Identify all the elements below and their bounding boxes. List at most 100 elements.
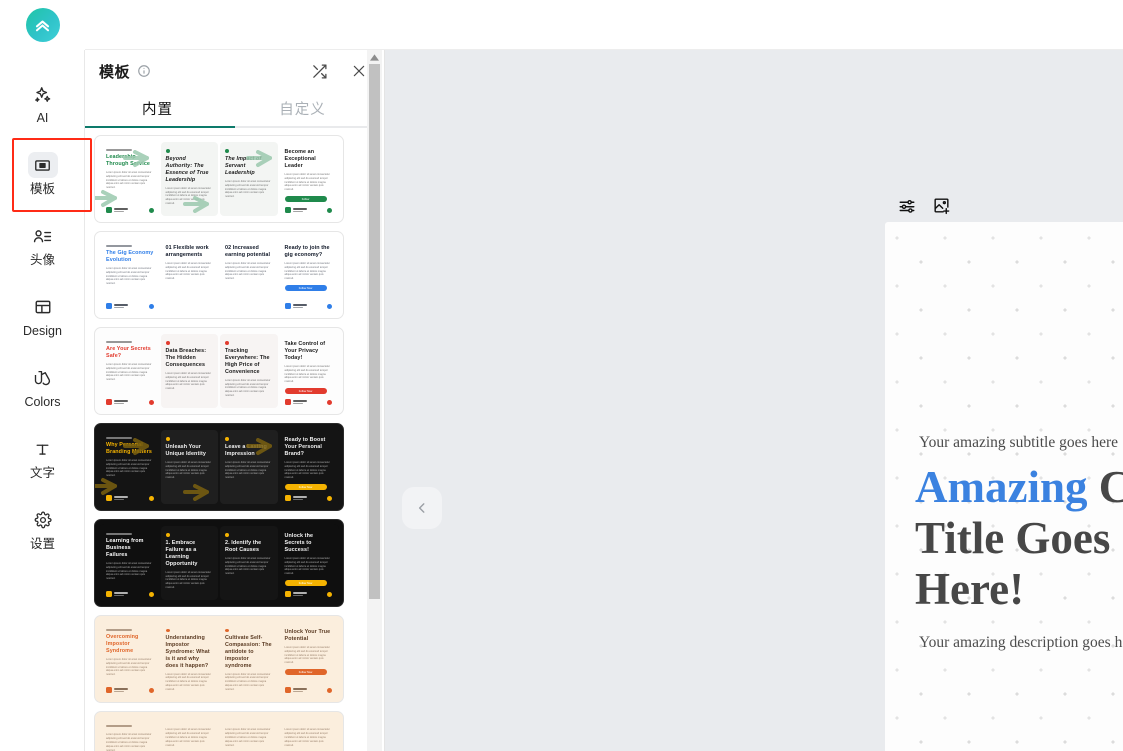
author-lines	[114, 400, 128, 404]
template-thumbnail[interactable]: Why Personal Branding Matters Lorem ipsum…	[94, 423, 344, 511]
caret-up-icon[interactable]	[367, 50, 382, 64]
preview-card-body: Lorem ipsum dolor sit amet consectetur a…	[106, 266, 152, 286]
template-thumbnail[interactable]: Overcoming Impostor Syndrome Lorem ipsum …	[94, 615, 344, 703]
template-thumbnail[interactable]: The Gig Economy Evolution Lorem ipsum dol…	[94, 231, 344, 319]
layout-icon	[28, 294, 58, 320]
avatar	[106, 495, 112, 501]
preview-badge	[327, 400, 332, 405]
text-icon	[28, 436, 58, 462]
sidebar-item-layout[interactable]: Design	[0, 285, 85, 347]
scrollbar-thumb[interactable]	[369, 64, 380, 599]
author-handle	[292, 498, 303, 500]
sidebar-item-text[interactable]: 文字	[0, 427, 85, 489]
canvas-title[interactable]: Amazing C Title Goes Here!	[915, 462, 1123, 615]
preview-cta-button: Follow Now	[284, 484, 327, 491]
preview-card-title: Ready to join the gig economy?	[284, 245, 330, 258]
author-lines	[114, 208, 128, 212]
template-preview-card: The Gig Economy Evolution Lorem ipsum dol…	[101, 238, 159, 312]
template-thumbnail[interactable]: Learning from Business Failures Lorem ips…	[94, 519, 344, 607]
sidebar-item-label: 设置	[29, 537, 55, 552]
avatar	[106, 207, 112, 213]
canvas-subtitle[interactable]: Your amazing subtitle goes here	[919, 434, 1123, 452]
preview-badge	[148, 304, 154, 309]
preview-card-title: Ready to Boost Your Personal Brand?	[284, 437, 326, 457]
preview-card-title: Beyond Authority: The Essence of True Le…	[165, 156, 209, 183]
close-icon[interactable]	[351, 63, 367, 79]
tab-custom[interactable]: 自定义	[230, 92, 375, 128]
template-preview-card: Data Breaches: The Hidden Consequences Lo…	[160, 334, 218, 408]
preview-card-body: Lorem ipsum dolor sit amet consectetur a…	[165, 261, 211, 281]
template-thumbnail[interactable]: Leadership Through Service Lorem ipsum do…	[94, 135, 344, 223]
avatar	[284, 495, 291, 501]
preview-card-title: 1. Embrace Failure as a Learning Opportu…	[165, 540, 198, 567]
design-canvas[interactable]: Your amazing subtitle goes here Amazing …	[885, 222, 1123, 751]
template-preview-card: Leave a Lasting Impression Lorem ipsum do…	[220, 430, 278, 504]
preview-card-title: Understanding Impostor Syndrome: What is…	[165, 635, 210, 669]
sidebar-item-palette[interactable]: Colors	[0, 356, 85, 418]
template-preview: Lorem ipsum dolor sit amet consectetur a…	[99, 716, 339, 751]
template-preview: Learning from Business Failures Lorem ips…	[99, 524, 339, 602]
author-name	[114, 688, 128, 690]
sidebar-item-template[interactable]: 模板	[0, 138, 92, 212]
template-preview-card: Leadership Through Service Lorem ipsum do…	[101, 142, 159, 216]
preview-card-title: Take Control of Your Privacy Today!	[284, 341, 326, 361]
preview-card-title: Tracking Everywhere: The High Price of C…	[225, 348, 270, 375]
preview-card-title: Why Personal Branding Matters	[106, 442, 152, 455]
canvas-title-highlight: Amazing	[915, 462, 1088, 512]
preview-accent-dot	[225, 533, 229, 537]
preview-card-body: Lorem ipsum dolor sit amet consectetur a…	[165, 728, 211, 747]
preview-accent-dot	[165, 437, 170, 441]
sliders-icon[interactable]	[898, 197, 916, 215]
preview-card-body: Lorem ipsum dolor sit amet consectetur a…	[225, 378, 271, 398]
canvas-description[interactable]: Your amazing description goes here	[919, 634, 1123, 652]
preview-cta-button: Follow Now	[284, 285, 327, 292]
preview-author	[284, 687, 307, 693]
preview-kicker	[106, 533, 133, 535]
template-preview-card: Lorem ipsum dolor sit amet consectetur a…	[280, 718, 338, 751]
preview-card-body: Lorem ipsum dolor sit amet consectetur a…	[106, 733, 152, 751]
preview-author	[284, 303, 307, 309]
canvas-title-line2: Title Goes	[915, 512, 1111, 563]
preview-card-body: Lorem ipsum dolor sit amet consectetur a…	[284, 172, 330, 192]
app-logo[interactable]	[25, 8, 60, 42]
template-thumbnail[interactable]: Lorem ipsum dolor sit amet consectetur a…	[94, 711, 344, 751]
author-name	[292, 304, 307, 306]
preview-accent-dot	[225, 629, 229, 633]
tab-builtin[interactable]: 内置	[85, 92, 230, 128]
sidebar-item-label: Colors	[24, 395, 61, 410]
tab-builtin-label: 内置	[142, 101, 173, 118]
template-list[interactable]: Leadership Through Service Lorem ipsum do…	[85, 128, 384, 751]
avatar	[284, 591, 291, 597]
author-lines	[292, 592, 307, 596]
sidebar-item-gear[interactable]: 设置	[0, 498, 85, 560]
sidebar-item-label: Design	[23, 324, 62, 339]
preview-card-title: 01 Flexible work arrangements	[165, 245, 209, 258]
image-add-icon[interactable]	[932, 196, 951, 215]
collapse-panel-button[interactable]	[402, 487, 442, 529]
author-handle	[114, 402, 124, 404]
canvas-title-line1-rest: C	[1098, 462, 1123, 512]
template-preview-card: Unlock the Secrets to Success! Lorem ipsu…	[280, 526, 338, 600]
preview-card-title: Unleash Your Unique Identity	[165, 444, 206, 457]
panel-tabs: 内置 自定义	[85, 92, 384, 128]
author-handle	[114, 690, 124, 692]
tab-custom-label: 自定义	[279, 101, 326, 118]
preview-author	[106, 591, 128, 597]
panel-scrollbar[interactable]	[367, 50, 382, 751]
canvas-toolbar	[898, 196, 951, 215]
preview-card-body: Lorem ipsum dolor sit amet consectetur a…	[106, 561, 152, 581]
avatar	[106, 399, 112, 405]
shuffle-icon[interactable]	[311, 63, 328, 80]
preview-cta-button: Follow Now	[284, 388, 327, 395]
preview-accent-dot	[225, 341, 229, 345]
avatar	[284, 399, 291, 405]
avatar	[284, 207, 291, 213]
template-thumbnail[interactable]: Are Your Secrets Safe? Lorem ipsum dolor …	[94, 327, 344, 415]
sidebar-item-sparkle[interactable]: AI	[0, 72, 85, 134]
author-handle	[292, 594, 303, 596]
sidebar-item-avatar-list[interactable]: 头像	[0, 214, 85, 276]
author-name	[114, 400, 128, 402]
info-circle-icon[interactable]	[137, 64, 151, 78]
preview-card-body: Lorem ipsum dolor sit amet consectetur a…	[106, 362, 152, 382]
author-lines	[292, 400, 307, 404]
